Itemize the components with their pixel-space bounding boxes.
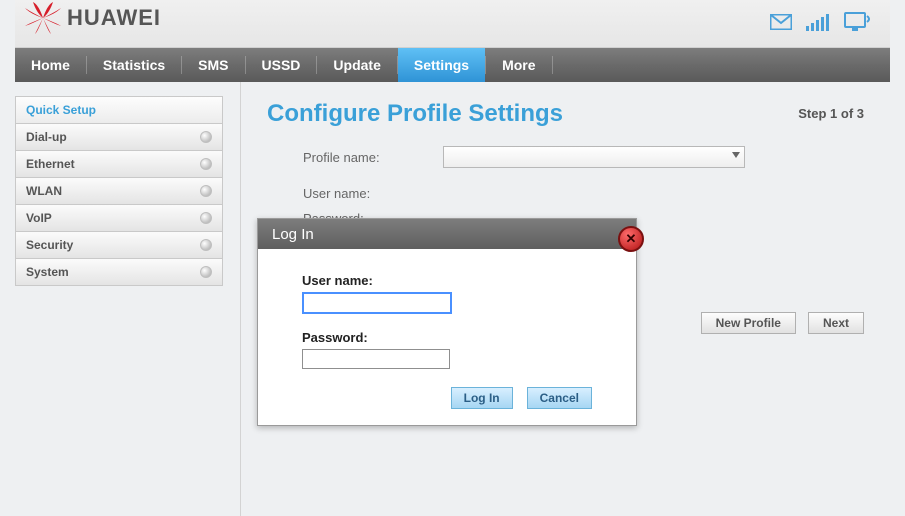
login-modal: Log In ✕ User name: Password: Log In Can… (257, 218, 637, 426)
modal-password-input[interactable] (302, 349, 450, 369)
login-button[interactable]: Log In (451, 387, 513, 409)
modal-username-input[interactable] (302, 292, 452, 314)
close-icon: ✕ (626, 231, 637, 247)
modal-pass-label: Password: (302, 330, 592, 345)
modal-user-label: User name: (302, 273, 592, 288)
modal-title: Log In (258, 219, 636, 249)
modal-close-button[interactable]: ✕ (618, 226, 644, 252)
cancel-button[interactable]: Cancel (527, 387, 592, 409)
